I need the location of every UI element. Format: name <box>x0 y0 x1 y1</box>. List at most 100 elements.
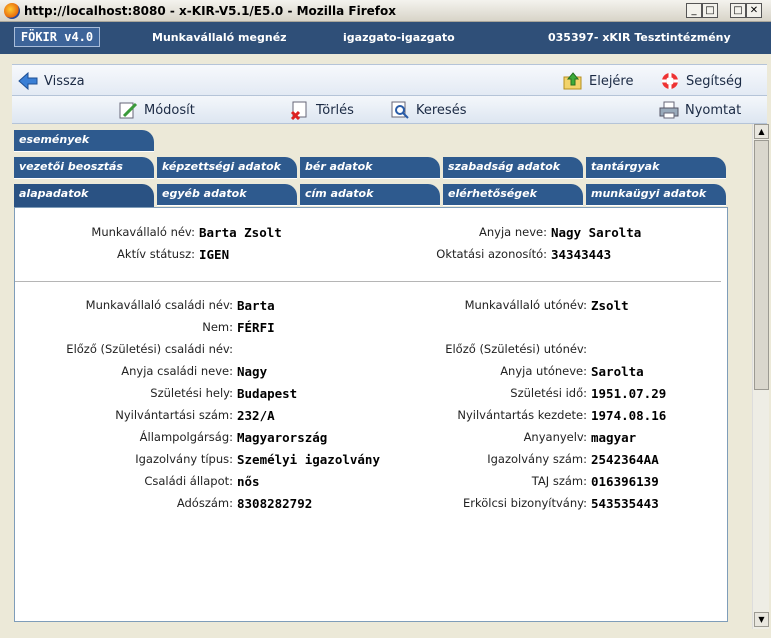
field-label: Családi állapot: <box>144 474 233 488</box>
window-titlebar: http://localhost:8080 - x-KIR-V5.1/E5.0 … <box>0 0 771 22</box>
detail-row: Erkölcsi bizonyítvány: 543535443 <box>345 496 659 512</box>
delete-label: Törlés <box>316 102 354 118</box>
edit-icon <box>118 100 138 120</box>
tab-esemenyek[interactable]: események <box>14 130 154 152</box>
user-name: igazgato-igazgato <box>343 31 455 44</box>
field-label: Erkölcsi bizonyítvány: <box>463 496 587 510</box>
field-value: nős <box>237 474 260 489</box>
section-divider <box>15 281 721 282</box>
tab-elerhetosegek[interactable]: elérhetőségek <box>443 184 583 206</box>
modify-button[interactable]: Módosít <box>118 100 195 120</box>
field-value: Barta Zsolt <box>199 225 282 240</box>
tab-egyeb-adatok[interactable]: egyéb adatok <box>157 184 297 206</box>
summary-name-row: Munkavállaló név: Barta Zsolt <box>15 225 282 241</box>
field-label: Adószám: <box>176 496 233 510</box>
detail-row: Adószám: 8308282792 <box>15 496 312 512</box>
tab-tantargyak[interactable]: tantárgyak <box>586 157 726 179</box>
back-label: Vissza <box>44 73 85 89</box>
scroll-thumb[interactable] <box>754 140 769 390</box>
field-label: TAJ szám: <box>531 474 587 488</box>
print-label: Nyomtat <box>685 102 742 118</box>
field-label: Anyja utóneve: <box>500 364 587 378</box>
help-label: Segítség <box>686 73 743 89</box>
detail-row: Állampolgárság: Magyarország <box>15 430 328 446</box>
modify-label: Módosít <box>144 102 195 118</box>
field-label: Munkavállaló utónév: <box>464 298 587 312</box>
field-label: Igazolvány szám: <box>487 452 587 466</box>
field-label: Oktatási azonosító: <box>436 247 547 261</box>
detail-row: Anyja utóneve: Sarolta <box>345 364 644 380</box>
field-label: Születési idő: <box>510 386 587 400</box>
top-label: Elejére <box>589 73 634 89</box>
app-header: FÖKIR v4.0 Munkavállaló megnéz igazgato-… <box>0 22 771 54</box>
field-label: Aktív státusz: <box>117 247 195 261</box>
firefox-icon <box>4 3 20 19</box>
help-button[interactable]: Segítség <box>660 71 742 91</box>
print-button[interactable]: Nyomtat <box>659 100 741 120</box>
field-label: Munkavállaló név: <box>91 225 195 239</box>
restore-button[interactable]: □ <box>730 3 746 18</box>
detail-row: Munkavállaló utónév: Zsolt <box>345 298 629 314</box>
field-label: Nem: <box>202 320 233 334</box>
field-value: IGEN <box>199 247 230 262</box>
field-value: 543535443 <box>591 496 659 511</box>
maximize-icon-button[interactable]: □ <box>702 3 718 18</box>
field-label: Előző (Születési) családi név: <box>66 342 233 356</box>
field-label: Anyanyelv: <box>523 430 587 444</box>
field-value: Sarolta <box>591 364 644 379</box>
back-arrow-icon <box>18 71 38 91</box>
field-value: Magyarország <box>237 430 328 445</box>
vertical-scrollbar[interactable]: ▲ ▼ <box>752 124 769 629</box>
field-label: Nyilvántartási szám: <box>115 408 233 422</box>
scroll-down-icon[interactable]: ▼ <box>754 612 769 627</box>
delete-button[interactable]: Törlés <box>290 100 354 121</box>
back-button[interactable]: Vissza <box>18 71 85 91</box>
action-toolbar: Módosít Törlés Keresés Nyomtat <box>12 96 767 124</box>
field-label: Előző (Születési) utónév: <box>445 342 587 356</box>
summary-status-row: Aktív státusz: IGEN <box>15 247 229 263</box>
detail-row: Nem: FÉRFI <box>15 320 275 336</box>
detail-row: Igazolvány szám: 2542364AA <box>345 452 659 468</box>
folder-up-icon <box>563 71 583 91</box>
detail-row: Születési idő: 1951.07.29 <box>345 386 666 402</box>
field-value: 016396139 <box>591 474 659 489</box>
field-value: 232/A <box>237 408 275 423</box>
window-title: http://localhost:8080 - x-KIR-V5.1/E5.0 … <box>24 4 396 18</box>
field-value: 1974.08.16 <box>591 408 667 423</box>
page-title: Munkavállaló megnéz <box>152 31 287 44</box>
detail-row: Nyilvántartási szám: 232/A <box>15 408 275 424</box>
tab-ber-adatok[interactable]: bér adatok <box>300 157 440 179</box>
close-button[interactable]: ✕ <box>746 3 762 18</box>
field-value: FÉRFI <box>237 320 275 335</box>
detail-row: Születési hely: Budapest <box>15 386 297 402</box>
field-value: Barta <box>237 298 275 313</box>
tab-vezetoi-beosztas[interactable]: vezetői beosztás <box>14 157 154 179</box>
lifebuoy-icon <box>660 71 680 91</box>
search-label: Keresés <box>416 102 467 118</box>
detail-row: TAJ szám: 016396139 <box>345 474 659 490</box>
tab-kepzettsegi-adatok[interactable]: képzettségi adatok <box>157 157 297 179</box>
detail-row <box>345 320 591 336</box>
detail-row: Nyilvántartás kezdete: 1974.08.16 <box>345 408 666 424</box>
field-label <box>345 320 587 336</box>
summary-edu-id-row: Oktatási azonosító: 34343443 <box>345 247 611 263</box>
detail-row: Előző (Születési) családi név: <box>15 342 237 358</box>
detail-row: Igazolvány típus: Személyi igazolvány <box>15 452 380 468</box>
detail-row: Munkavállaló családi név: Barta <box>15 298 275 314</box>
tab-cim-adatok[interactable]: cím adatok <box>300 184 440 206</box>
field-label: Igazolvány típus: <box>135 452 233 466</box>
field-label: Születési hely: <box>150 386 233 400</box>
tab-szabadsag-adatok[interactable]: szabadság adatok <box>443 157 583 179</box>
field-label: Anyja neve: <box>479 225 547 239</box>
detail-row: Családi állapot: nős <box>15 474 260 490</box>
detail-row: Előző (Születési) utónév: <box>345 342 591 358</box>
tab-munkaugyi-adatok[interactable]: munkaügyi adatok <box>586 184 726 206</box>
minimize-button[interactable]: _ <box>686 3 702 18</box>
field-value: 8308282792 <box>237 496 313 511</box>
detail-row: Anyanyelv: magyar <box>345 430 637 446</box>
search-button[interactable]: Keresés <box>390 100 466 120</box>
scroll-up-icon[interactable]: ▲ <box>754 124 769 139</box>
top-button[interactable]: Elejére <box>563 71 634 91</box>
field-value: 2542364AA <box>591 452 659 467</box>
field-value: Zsolt <box>591 298 629 313</box>
